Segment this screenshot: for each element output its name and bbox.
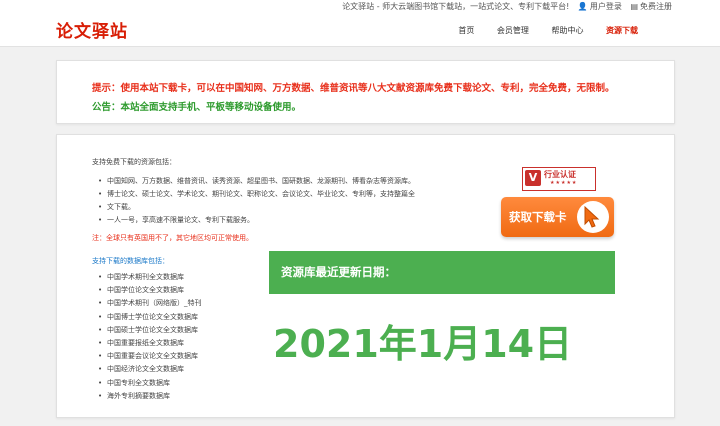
list-item: 中国重要会议论文全文数据库 (98, 350, 258, 363)
list-item: 中国学位论文全文数据库 (98, 284, 258, 297)
notice-panel: 提示：使用本站下载卡，可以在中国知网、万方数据、维普资讯等八大文献资源库免费下载… (56, 60, 675, 124)
update-date: 2021年1月14日 (273, 322, 573, 366)
list-item: 中国学术期刊（网络版）_特刊 (98, 297, 258, 310)
list-item: 海外专利摘要数据库 (98, 390, 258, 403)
list-item: 中国硕士学位论文全文数据库 (98, 324, 258, 337)
list-item: 中国专利全文数据库 (98, 377, 258, 390)
notice-tip: 提示：使用本站下载卡，可以在中国知网、万方数据、维普资讯等八大文献资源库免费下载… (92, 83, 615, 94)
main-panel: 支持免费下载的资源包括： 中国知网、万方数据、维普资讯、读秀资源、超星图书、国研… (56, 134, 675, 418)
industry-cert-badge: V 行业认证 ★★★★★ (522, 167, 596, 191)
list-item: 中国重要报纸全文数据库 (98, 337, 258, 350)
list-item: 博士论文、硕士论文、学术论文、期刊论文、职称论文、会议论文、毕业论文、专利等，支… (98, 188, 438, 201)
databases-list: 中国学术期刊全文数据库 中国学位论文全文数据库 中国学术期刊（网络版）_特刊 中… (98, 271, 258, 403)
site-tagline: 论文驿站 - 师大云端图书馆下载站，一站式论文、专利下载平台! (342, 2, 570, 11)
cursor-icon (577, 201, 609, 233)
usage-note: 注：全球只有英国用不了，其它地区均可正常使用。 (92, 234, 253, 242)
top-bar: 论文驿站 论文驿站 - 师大云端图书馆下载站，一站式论文、专利下载平台! 👤 用户… (0, 0, 720, 47)
verified-icon: V (525, 170, 541, 186)
list-item: 一人一号，享高速不限量论文、专利下载服务。 (98, 214, 438, 227)
nav-download[interactable]: 资源下载 (606, 26, 638, 35)
list-item: 中国经济论文全文数据库 (98, 363, 258, 376)
register-link[interactable]: ▤ 免费注册 (630, 2, 672, 11)
main-nav: 首页 会员管理 帮助中心 资源下载 (438, 25, 638, 36)
update-banner: 资源库最近更新日期： (269, 251, 615, 294)
get-download-card-button[interactable]: 获取下载卡 (501, 197, 614, 237)
cert-stars: ★★★★★ (550, 180, 578, 186)
user-login-link[interactable]: 👤 用户登录 (578, 2, 622, 11)
nav-home[interactable]: 首页 (458, 26, 474, 35)
cert-title: 行业认证 (544, 170, 576, 179)
notice-announcement: 公告：本站全面支持手机、平板等移动设备使用。 (92, 102, 302, 113)
top-links: 论文驿站 - 师大云端图书馆下载站，一站式论文、专利下载平台! 👤 用户登录 ▤ 免… (342, 1, 672, 12)
databases-title: 支持下载的数据库包括： (92, 257, 169, 265)
resources-list: 中国知网、万方数据、维普资讯、读秀资源、超星图书、国研数据、龙源期刊、博看杂志等… (98, 175, 438, 227)
list-item: 中国学术期刊全文数据库 (98, 271, 258, 284)
list-item-continued: 文下载。 (98, 201, 438, 214)
user-icon: 👤 (577, 2, 588, 11)
register-icon: ▤ (630, 2, 638, 11)
update-label: 资源库最近更新日期： (281, 265, 396, 279)
list-item: 中国博士学位论文全文数据库 (98, 311, 258, 324)
list-item: 中国知网、万方数据、维普资讯、读秀资源、超星图书、国研数据、龙源期刊、博看杂志等… (98, 175, 438, 188)
get-card-label: 获取下载卡 (509, 210, 567, 224)
resources-intro: 支持免费下载的资源包括： (92, 158, 176, 166)
nav-member[interactable]: 会员管理 (497, 26, 529, 35)
nav-help[interactable]: 帮助中心 (551, 26, 583, 35)
site-logo[interactable]: 论文驿站 (56, 17, 128, 42)
